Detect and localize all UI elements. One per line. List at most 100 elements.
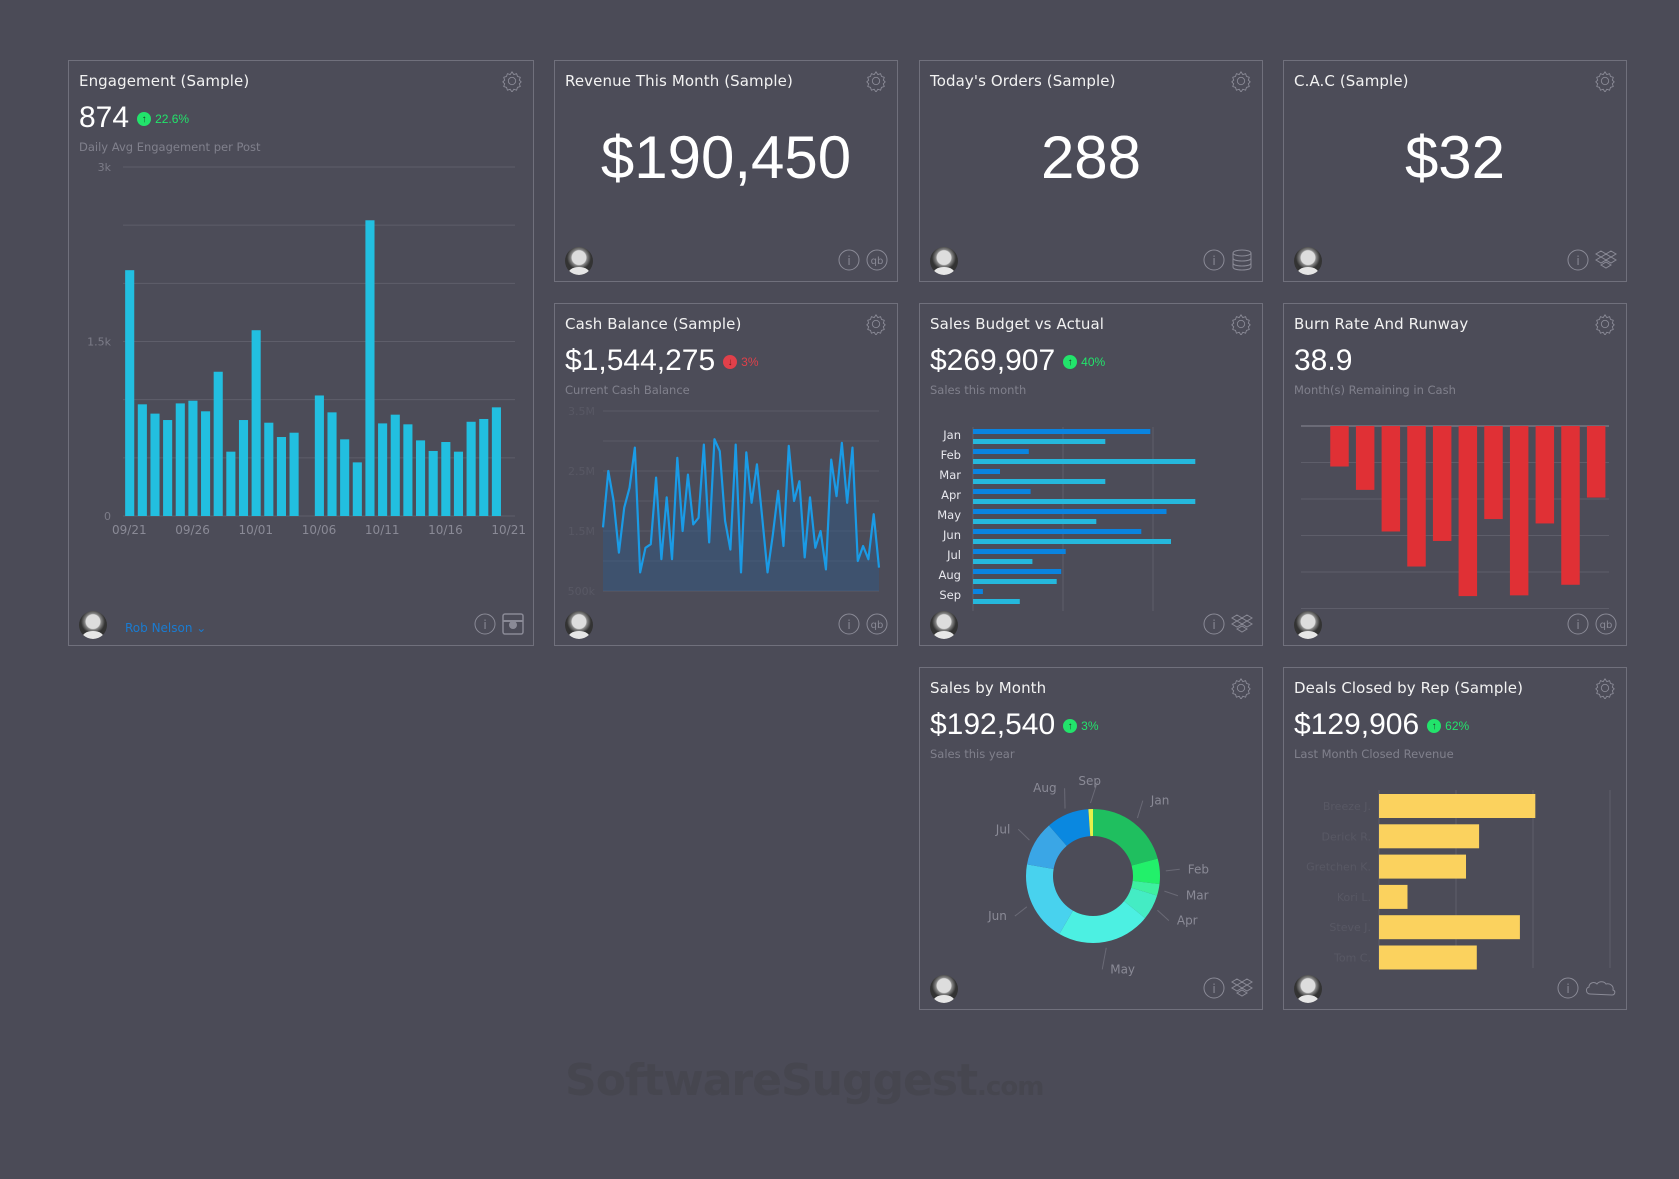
y-tick-label: 1.5k bbox=[87, 336, 111, 349]
svg-text:i: i bbox=[483, 618, 486, 632]
slice-label: Feb bbox=[1188, 862, 1209, 876]
bar bbox=[453, 451, 464, 516]
slice-label: Jul bbox=[995, 822, 1010, 836]
x-tick-label: 10/11 bbox=[365, 523, 400, 537]
info-icon[interactable]: i bbox=[1202, 612, 1226, 636]
slice-label: Aug bbox=[1033, 781, 1056, 795]
gear-icon[interactable] bbox=[1230, 70, 1252, 92]
bar bbox=[1379, 794, 1536, 818]
dropbox-icon[interactable] bbox=[1594, 248, 1618, 272]
bar bbox=[378, 423, 388, 516]
info-icon[interactable]: i bbox=[837, 248, 861, 272]
info-icon[interactable]: i bbox=[1556, 976, 1580, 1000]
user-dropdown[interactable]: Rob Nelson ⌄ bbox=[125, 621, 206, 635]
bar bbox=[428, 450, 438, 516]
watermark-text: SoftwareSuggest bbox=[565, 1055, 978, 1106]
svg-text:i: i bbox=[1212, 982, 1215, 996]
kpi-value: $32 bbox=[1404, 124, 1506, 191]
info-icon[interactable]: i bbox=[1202, 976, 1226, 1000]
slice-label: Jun bbox=[987, 909, 1007, 923]
category-label: Mar bbox=[939, 468, 961, 482]
category-label: May bbox=[937, 508, 961, 522]
avatar[interactable] bbox=[1294, 975, 1322, 1003]
avatar[interactable] bbox=[79, 611, 107, 639]
info-icon[interactable]: i bbox=[1202, 248, 1226, 272]
cash-balance-card: Cash Balance (Sample) $1,544,275 ↓ 3% Curr… bbox=[554, 303, 898, 646]
svg-text:i: i bbox=[847, 618, 850, 632]
engagement-card: Engagement (Sample) 874 ↑ 22.6% Daily Avg … bbox=[68, 60, 534, 646]
avatar[interactable] bbox=[1294, 247, 1322, 275]
info-icon[interactable]: i bbox=[473, 612, 497, 636]
leader-line bbox=[1136, 800, 1144, 819]
card-title: Revenue This Month (Sample) bbox=[565, 72, 793, 90]
x-tick-label: 10/21 bbox=[491, 523, 526, 537]
avatar[interactable] bbox=[565, 247, 593, 275]
dropbox-icon[interactable] bbox=[1230, 976, 1254, 1000]
bar bbox=[251, 330, 261, 516]
avatar[interactable] bbox=[565, 611, 593, 639]
category-label: Jun bbox=[942, 528, 961, 542]
bar bbox=[1379, 884, 1408, 909]
orders-card: Today's Orders (Sample) 288 i bbox=[919, 60, 1263, 282]
dropbox-icon[interactable] bbox=[1230, 612, 1254, 636]
bar bbox=[403, 424, 413, 516]
kpi-value: $190,450 bbox=[600, 124, 852, 191]
actual-bar bbox=[973, 519, 1097, 524]
budget-bar bbox=[973, 469, 1000, 474]
avatar[interactable] bbox=[1294, 611, 1322, 639]
quickbooks-icon[interactable]: qb bbox=[1594, 612, 1618, 636]
quickbooks-icon[interactable]: qb bbox=[865, 248, 889, 272]
salesforce-icon[interactable] bbox=[1584, 976, 1618, 1000]
budget-chart: Jan Feb Mar Apr May Jun Jul Aug Sep bbox=[937, 427, 1196, 611]
database-icon[interactable] bbox=[1230, 248, 1254, 272]
bar bbox=[150, 413, 160, 516]
bar bbox=[264, 422, 274, 516]
slice-label: Mar bbox=[1186, 889, 1209, 903]
svg-text:i: i bbox=[1212, 618, 1215, 632]
category-label: Jan bbox=[942, 428, 961, 442]
svg-text:i: i bbox=[1566, 982, 1569, 996]
budget-bar bbox=[973, 589, 983, 594]
quickbooks-icon[interactable]: qb bbox=[865, 612, 889, 636]
actual-bar bbox=[973, 539, 1171, 544]
bar bbox=[1509, 426, 1529, 596]
leader-line bbox=[1157, 909, 1170, 921]
info-icon[interactable]: i bbox=[1566, 248, 1590, 272]
avatar[interactable] bbox=[930, 975, 958, 1003]
card-title: Today's Orders (Sample) bbox=[930, 72, 1116, 90]
gear-icon[interactable] bbox=[1594, 70, 1616, 92]
info-icon[interactable]: i bbox=[1566, 612, 1590, 636]
bar bbox=[365, 220, 375, 516]
bar bbox=[1355, 426, 1375, 490]
bar bbox=[163, 420, 173, 516]
user-name: Rob Nelson bbox=[125, 621, 193, 635]
slice-label: Apr bbox=[1177, 914, 1198, 928]
bar bbox=[441, 442, 451, 516]
burn-rate-card: Burn Rate And Runway 38.9 Month(s) Remai… bbox=[1283, 303, 1627, 646]
slice-label: Jan bbox=[1150, 794, 1170, 808]
info-icon[interactable]: i bbox=[837, 612, 861, 636]
category-label: Sep bbox=[939, 588, 961, 602]
bar bbox=[226, 451, 236, 516]
bar bbox=[276, 437, 286, 516]
bar bbox=[201, 411, 211, 516]
bar bbox=[479, 418, 489, 516]
y-tick-label: 1.5M bbox=[568, 525, 595, 538]
y-tick-label: 3k bbox=[98, 161, 112, 174]
rep-label: Steve J. bbox=[1329, 921, 1371, 934]
budget-bar bbox=[973, 569, 1062, 574]
bar bbox=[1484, 426, 1503, 520]
deals-by-rep-card: Deals Closed by Rep (Sample) $129,906 ↑ 62… bbox=[1283, 667, 1627, 1010]
svg-text:qb: qb bbox=[871, 620, 884, 631]
leader-line bbox=[1165, 868, 1180, 872]
bar bbox=[137, 404, 147, 516]
bar bbox=[314, 395, 324, 516]
rep-label: Breeze J. bbox=[1323, 800, 1371, 813]
gear-icon[interactable] bbox=[865, 70, 887, 92]
avatar[interactable] bbox=[930, 247, 958, 275]
category-label: Apr bbox=[941, 488, 961, 502]
bar bbox=[1379, 854, 1467, 879]
svg-text:i: i bbox=[1212, 254, 1215, 268]
avatar[interactable] bbox=[930, 611, 958, 639]
instagram-icon[interactable] bbox=[501, 612, 525, 636]
